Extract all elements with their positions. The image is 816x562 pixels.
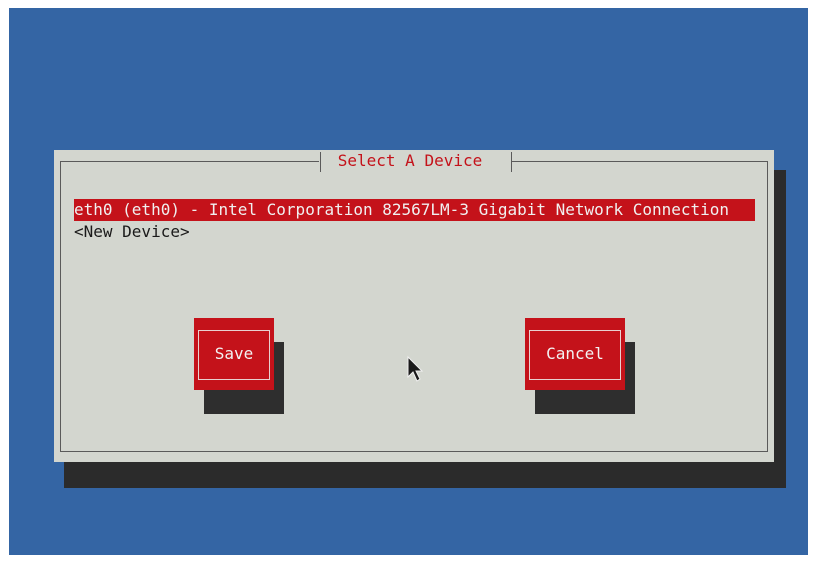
cancel-button[interactable]: Cancel: [525, 318, 625, 390]
save-button[interactable]: Save: [194, 318, 274, 390]
device-item-eth0[interactable]: eth0 (eth0) - Intel Corporation 82567LM-…: [74, 199, 755, 221]
frame-top-right-line: [512, 161, 768, 162]
device-list: eth0 (eth0) - Intel Corporation 82567LM-…: [74, 199, 755, 243]
device-item-new[interactable]: <New Device>: [74, 221, 755, 243]
frame-top-left-line: [60, 161, 319, 162]
select-device-dialog: Select A Device eth0 (eth0) - Intel Corp…: [54, 150, 774, 462]
cancel-button-label: Cancel: [546, 344, 604, 363]
dialog-title: Select A Device: [320, 150, 512, 172]
device-item-label: <New Device>: [74, 222, 190, 241]
mouse-pointer-icon: [407, 355, 424, 382]
device-item-label: eth0 (eth0) - Intel Corporation 82567LM-…: [74, 200, 730, 219]
save-button-label: Save: [214, 344, 254, 363]
